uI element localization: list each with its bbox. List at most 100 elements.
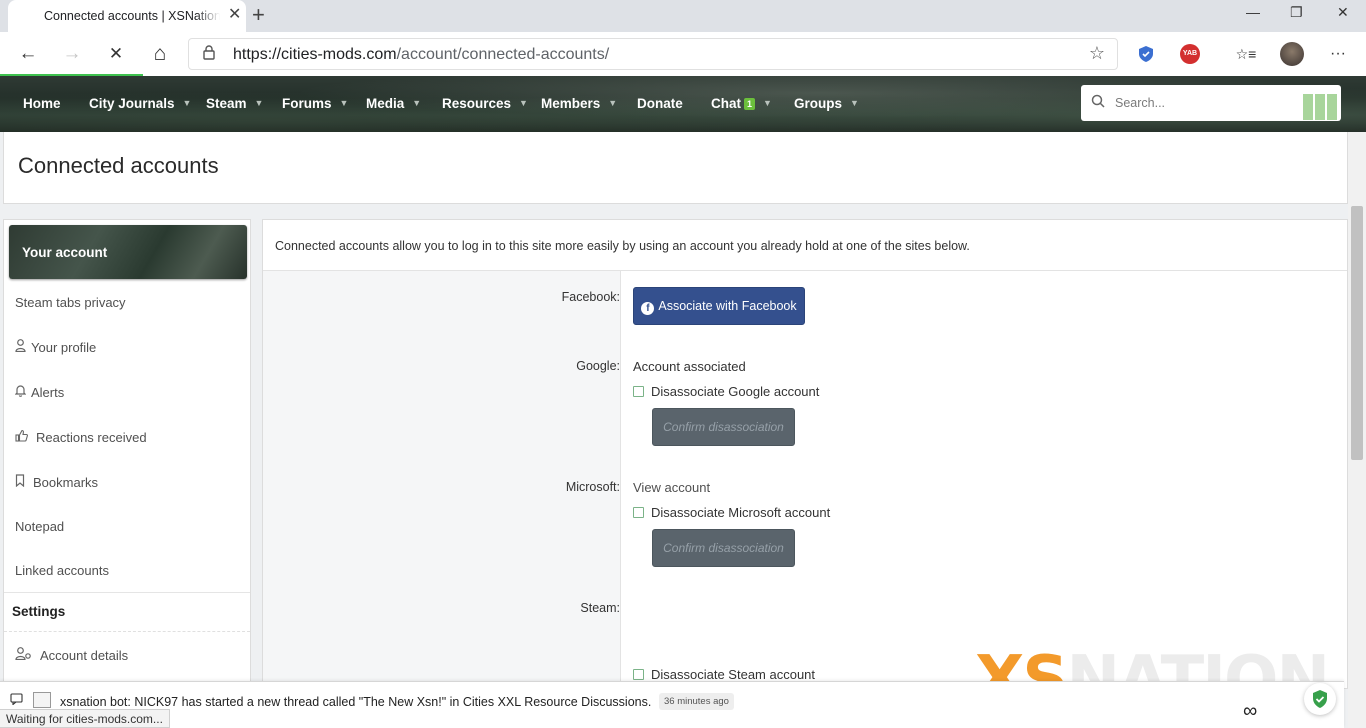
confirm-disassociate-google-button[interactable]: Confirm disassociation — [652, 408, 795, 446]
disassociate-google-checkbox[interactable]: Disassociate Google account — [633, 384, 819, 399]
loop-icon[interactable]: ∞ — [1243, 700, 1257, 723]
nav-forums-label: Forums — [282, 96, 332, 111]
label-column: Facebook: Google: Microsoft: Steam: — [263, 271, 621, 690]
google-status: Account associated — [633, 359, 746, 374]
user-gear-icon — [15, 647, 40, 663]
more-menu-button[interactable]: ··· — [1326, 42, 1350, 66]
url-text: https://cities-mods.com/account/connecte… — [233, 46, 609, 64]
disassociate-microsoft-checkbox[interactable]: Disassociate Microsoft account — [633, 505, 830, 520]
tab-close-icon[interactable]: ✕ — [228, 6, 241, 24]
sidebar-item-steam-tabs-privacy[interactable]: Steam tabs privacy — [15, 295, 126, 310]
browser-tab-active[interactable]: Connected accounts | XSNation - Cities X… — [8, 0, 246, 32]
intro-text: Connected accounts allow you to log in t… — [275, 239, 970, 253]
url-path: /account/connected-accounts/ — [396, 46, 610, 63]
nav-chat[interactable]: Chat 1 ▼ — [711, 96, 772, 111]
nav-chat-label: Chat — [711, 96, 741, 111]
sidebar-item-notepad[interactable]: Notepad — [15, 519, 64, 534]
sidebar-item-bookmarks[interactable]: Bookmarks — [15, 474, 98, 490]
your-account-header[interactable]: Your account — [9, 225, 247, 279]
page-scrollbar-thumb[interactable] — [1351, 206, 1363, 460]
bookmark-icon — [15, 474, 33, 490]
sidebar-item-alerts[interactable]: Alerts — [14, 384, 65, 400]
browser-tab-bar: Connected accounts | XSNation - Cities X… — [0, 0, 1366, 32]
steam-label: Steam: — [580, 601, 620, 615]
sidebar-item-label: Your profile — [31, 340, 97, 355]
page-header: Connected accounts — [3, 132, 1348, 204]
nav-resources[interactable]: Resources ▼ — [442, 96, 528, 111]
nav-steam-label: Steam — [206, 96, 247, 111]
checkbox-box[interactable] — [633, 669, 644, 680]
browser-status-bar: Waiting for cities-mods.com... — [0, 709, 170, 728]
sidebar-item-your-profile[interactable]: Your profile — [15, 339, 96, 355]
sidebar-item-label: Alerts — [31, 385, 65, 400]
associate-facebook-label: Associate with Facebook — [658, 298, 797, 313]
chevron-down-icon: ▼ — [412, 98, 422, 108]
sidebar-item-label: Bookmarks — [33, 475, 99, 490]
notification-message[interactable]: xsnation bot: NICK97 has started a new t… — [60, 695, 651, 709]
stop-button[interactable]: ✕ — [104, 42, 128, 66]
chevron-down-icon: ▼ — [608, 98, 618, 108]
search-input[interactable] — [1115, 93, 1285, 113]
url-host: https://cities-mods.com — [233, 46, 397, 63]
nav-forums[interactable]: Forums ▼ — [282, 96, 348, 111]
chevron-down-icon: ▼ — [182, 98, 192, 108]
minimize-button[interactable]: — — [1246, 4, 1260, 20]
sidebar-item-reactions-received[interactable]: Reactions received — [15, 429, 147, 445]
site-search — [1081, 85, 1341, 121]
address-bar[interactable]: https://cities-mods.com/account/connecte… — [188, 38, 1118, 70]
profile-avatar[interactable] — [1280, 42, 1304, 66]
back-button[interactable]: ← — [16, 42, 40, 66]
bot-avatar — [33, 692, 51, 708]
sidebar-item-label: Steam tabs privacy — [15, 295, 126, 310]
home-button[interactable]: ⌂ — [148, 42, 172, 66]
view-microsoft-account-link[interactable]: View account — [633, 480, 710, 495]
checkbox-box[interactable] — [633, 386, 644, 397]
your-account-label: Your account — [22, 245, 108, 260]
search-options-icon[interactable] — [1303, 94, 1337, 120]
nav-city-journals-label: City Journals — [89, 96, 175, 111]
yab-extension-icon[interactable]: YAB — [1180, 44, 1200, 64]
sidebar-divider — [4, 631, 250, 632]
close-window-button[interactable]: ✕ — [1337, 4, 1349, 21]
restore-button[interactable]: ❐ — [1290, 4, 1303, 21]
nav-members-label: Members — [541, 96, 601, 111]
sidebar-item-linked-accounts[interactable]: Linked accounts — [15, 563, 109, 578]
tab-favicon-icon — [21, 9, 35, 23]
disassociate-steam-checkbox[interactable]: Disassociate Steam account — [633, 667, 815, 682]
confirm-disassociate-microsoft-button[interactable]: Confirm disassociation — [652, 529, 795, 567]
connected-accounts-panel: Connected accounts allow you to log in t… — [262, 219, 1348, 690]
nav-steam[interactable]: Steam ▼ — [206, 96, 263, 111]
chevron-down-icon: ▼ — [339, 98, 349, 108]
search-icon — [1091, 94, 1105, 111]
facebook-icon: f — [641, 301, 655, 315]
nav-home-label: Home — [23, 96, 61, 111]
chat-message-icon[interactable] — [10, 693, 23, 708]
chat-count-badge: 1 — [744, 98, 756, 110]
security-shield-icon[interactable] — [1304, 683, 1336, 715]
nav-donate[interactable]: Donate — [637, 96, 683, 111]
microsoft-label: Microsoft: — [565, 480, 620, 494]
checkbox-box[interactable] — [633, 507, 644, 518]
sidebar-item-label: Reactions received — [36, 430, 147, 445]
sidebar-item-account-details[interactable]: Account details — [15, 647, 128, 663]
forward-button[interactable]: → — [60, 42, 84, 66]
nav-media[interactable]: Media ▼ — [366, 96, 421, 111]
associate-facebook-button[interactable]: f Associate with Facebook — [633, 287, 805, 325]
lock-icon — [203, 45, 215, 63]
chevron-down-icon: ▼ — [763, 98, 772, 108]
shield-extension-icon[interactable] — [1136, 44, 1156, 64]
settings-section-title: Settings — [12, 604, 66, 619]
favorites-button[interactable]: ☆≡ — [1234, 42, 1258, 66]
nav-groups[interactable]: Groups ▼ — [794, 96, 859, 111]
sidebar-divider — [4, 592, 250, 593]
nav-city-journals[interactable]: City Journals ▼ — [89, 96, 191, 111]
nav-media-label: Media — [366, 96, 405, 111]
disassociate-microsoft-label: Disassociate Microsoft account — [651, 505, 831, 520]
account-sidebar: Your account Steam tabs privacy Your pro… — [3, 219, 251, 689]
new-tab-button[interactable]: + — [252, 3, 265, 27]
nav-home[interactable]: Home — [23, 96, 61, 111]
tab-title: Connected accounts | XSNation - Cities X… — [44, 9, 220, 23]
nav-members[interactable]: Members ▼ — [541, 96, 617, 111]
disassociate-steam-label: Disassociate Steam account — [651, 667, 816, 682]
favorite-star-icon[interactable]: ☆ — [1089, 43, 1105, 64]
